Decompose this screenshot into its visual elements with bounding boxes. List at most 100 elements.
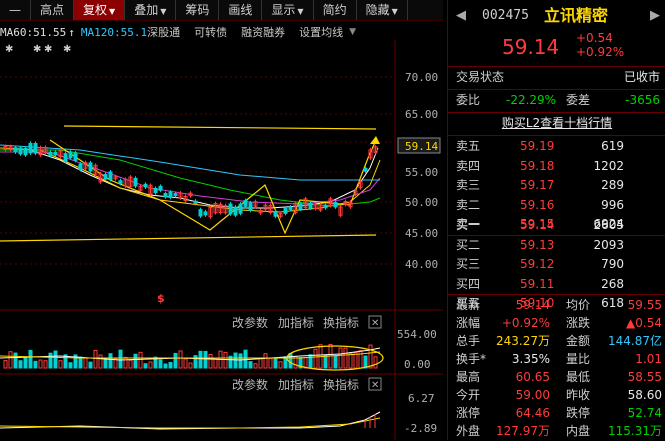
volume-bar (178, 350, 183, 369)
indicator2-switch-indicator[interactable]: 换指标 (323, 377, 359, 392)
triangle-right-icon[interactable]: ▶ (650, 6, 660, 25)
candle (153, 187, 158, 194)
stat-row: 涨幅 +0.92% 涨跌 ▲0.54 (448, 314, 665, 333)
volume-bar (28, 349, 33, 369)
triangle-left-icon[interactable]: ◀ (456, 6, 466, 25)
buy-l2-link[interactable]: 购买L2查看十档行情 (502, 116, 612, 130)
volume-tick: 554.00 (397, 328, 437, 341)
bids-volume: 2093 (593, 237, 624, 252)
candle (118, 180, 123, 184)
tab-northbound[interactable]: 深股通 (147, 24, 180, 40)
asks-row[interactable]: 卖四 59.18 1202 (448, 157, 665, 176)
volume-bar (163, 363, 168, 369)
current-price-label: 59.14 (405, 140, 438, 153)
volume-bar (58, 360, 63, 369)
toolbar-chips-button[interactable]: 筹码 (176, 0, 220, 20)
stat-value: 58.55 (627, 370, 662, 384)
asks-row[interactable]: 卖五 59.19 619 (448, 137, 665, 156)
tab-convertible-bond[interactable]: 可转债 (194, 24, 227, 40)
stat-label: 涨幅 (456, 316, 481, 330)
arrow-up-icon (370, 136, 380, 144)
volume-bar (288, 353, 293, 369)
close-icon: ✕ (371, 318, 379, 329)
volume-bar (223, 351, 228, 369)
ma120-value: MA120:55.1 (80, 25, 148, 39)
weibi-value: -22.29% (506, 93, 557, 107)
tab-margin-trading[interactable]: 融资融券 (241, 24, 285, 40)
chevron-down-icon: ▼ (349, 27, 357, 37)
trade-status-value: 已收市 (623, 70, 660, 84)
volume-bar (168, 361, 173, 369)
indicator1-add-indicator[interactable]: 加指标 (278, 315, 314, 330)
candle (78, 163, 83, 170)
indicator1-switch-indicator[interactable]: 换指标 (323, 315, 359, 330)
price-tick: 45.00 (405, 227, 438, 240)
stat-label: 量比 (566, 352, 591, 366)
asks-level-label: 卖三 (456, 178, 481, 192)
bids-volume: 2605 (593, 218, 624, 232)
quote-panel: ◀ 002475 立讯精密 ▶ 59.14 +0.54 +0.92% 交易状态 … (447, 0, 665, 440)
candle (103, 173, 108, 180)
dollar-marker-icon: $ (157, 292, 165, 305)
bids-level-label: 买三 (456, 257, 481, 271)
bids-level-label: 买四 (456, 276, 481, 291)
macd-tick: -2.89 (404, 422, 437, 435)
asks-level-label: 卖五 (456, 139, 481, 153)
bids-row[interactable]: 买一 59.14 2605 (448, 216, 665, 235)
volume-bar (263, 353, 268, 369)
stat-value: 58.60 (627, 388, 662, 402)
stat-label: 最高 (456, 370, 481, 384)
volume-bar (138, 351, 143, 369)
volume-bar (33, 360, 38, 369)
volume-bar (123, 356, 128, 369)
asks-row[interactable]: 卖二 59.16 996 (448, 196, 665, 215)
price-tick: 40.00 (405, 258, 438, 271)
stat-value: 127.97万 (496, 424, 550, 438)
toolbar-minimize-button[interactable]: — (0, 0, 31, 20)
bids-price: 59.11 (520, 276, 555, 291)
volume-bar (128, 359, 133, 369)
toolbar-high-point-button[interactable]: 高点 (31, 0, 75, 20)
indicator1-edit-params[interactable]: 改参数 (232, 315, 268, 330)
volume-bar (203, 350, 208, 369)
stat-row: 最高 60.65 最低 58.55 (448, 368, 665, 387)
candle (248, 202, 253, 211)
weicha-value: -3656 (625, 93, 660, 107)
bids-row[interactable]: 买三 59.12 790 (448, 255, 665, 274)
asks-volume: 1202 (593, 158, 624, 173)
ma-legend-row: MA60:51.55 ↑ MA120:55.1 深股通 可转债 融资融券 设置均… (0, 24, 443, 40)
volume-bar (183, 358, 188, 369)
star-icon: ✱ (5, 44, 13, 55)
volume-bar (348, 352, 353, 369)
asks-price: 59.19 (520, 139, 555, 153)
asks-volume: 619 (601, 139, 624, 153)
toolbar-overlay-label: 叠加 (134, 3, 159, 17)
bids-row[interactable]: 买四 59.11 268 (448, 275, 665, 294)
toolbar-hide-button[interactable]: 隐藏 ▼ (357, 0, 408, 20)
bids-row[interactable]: 买二 59.13 2093 (448, 236, 665, 255)
toolbar-hide-label: 隐藏 (365, 3, 390, 17)
indicator2-edit-params[interactable]: 改参数 (232, 377, 268, 392)
candle (33, 142, 38, 154)
candle (238, 203, 243, 214)
toolbar-simple-button[interactable]: 简约 (314, 0, 357, 20)
volume-bar (53, 350, 58, 369)
candle (88, 162, 93, 172)
bids-level-label: 买二 (456, 237, 481, 252)
toolbar-overlay-button[interactable]: 叠加 ▼ (125, 0, 177, 20)
candle (133, 177, 138, 187)
stat-value: 52.74 (627, 406, 662, 420)
stat-label: 涨跌 (566, 316, 591, 330)
candle (73, 152, 78, 161)
last-price: 59.14 (502, 35, 560, 59)
candle (63, 153, 68, 163)
kline-chart[interactable]: ✱✱✱✱✱✱✱✱✱✱✱✱✱✱ 70.00 65.00 55.00 50.00 4… (0, 40, 443, 440)
candle (23, 147, 28, 156)
asks-row[interactable]: 卖三 59.17 289 (448, 176, 665, 195)
toolbar-adjust-button[interactable]: 复权 ▼ (74, 0, 126, 20)
indicator2-add-indicator[interactable]: 加指标 (278, 377, 314, 392)
tab-ma-settings[interactable]: 设置均线 (299, 24, 343, 40)
star-icon: ✱ (63, 44, 71, 55)
toolbar-draw-button[interactable]: 画线 (219, 0, 263, 20)
toolbar-display-button[interactable]: 显示 ▼ (262, 0, 314, 20)
